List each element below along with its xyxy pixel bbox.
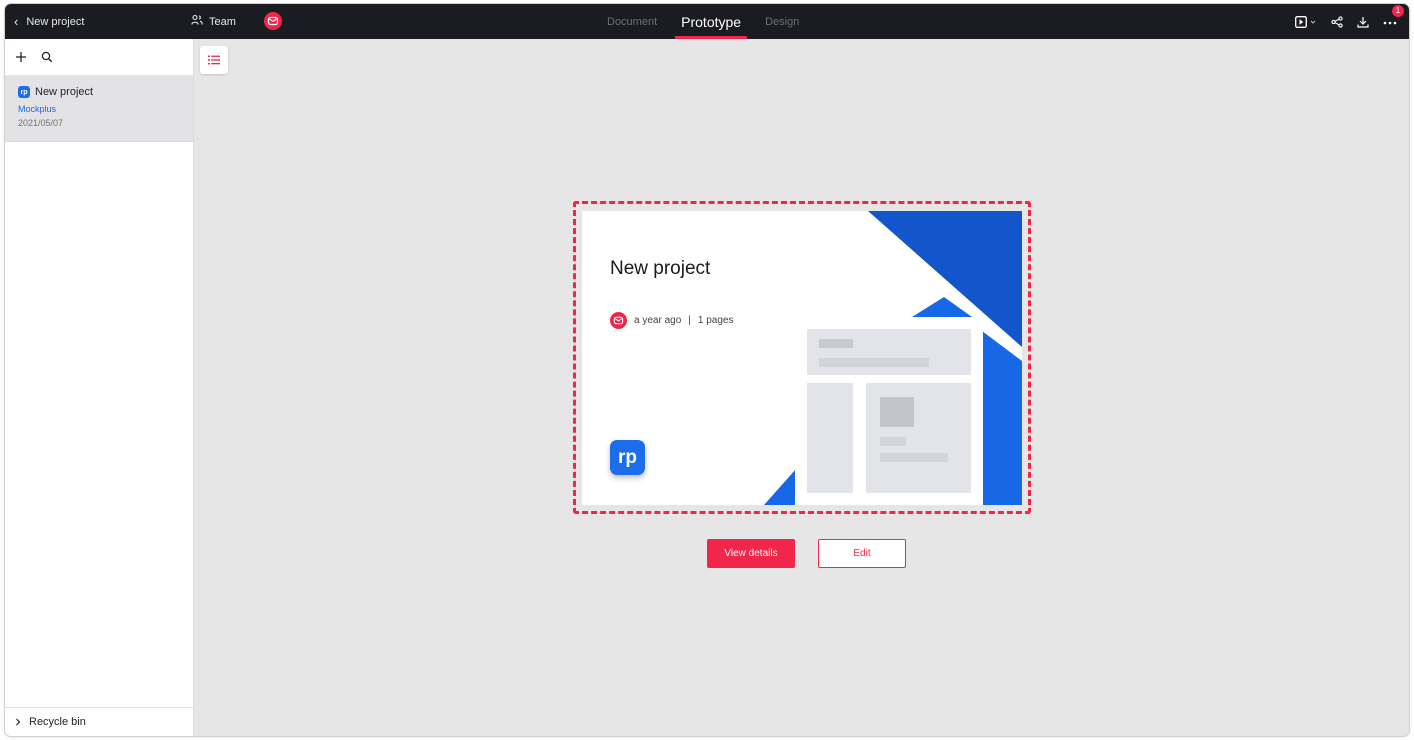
search-button[interactable] <box>41 51 53 63</box>
team-label: Team <box>209 15 236 28</box>
edit-button[interactable]: Edit <box>818 539 906 568</box>
list-icon <box>208 55 220 65</box>
tab-design[interactable]: Design <box>753 4 811 39</box>
team-button[interactable]: Team <box>191 4 236 39</box>
play-icon <box>1295 15 1316 28</box>
user-avatar[interactable] <box>264 12 282 30</box>
back-button[interactable]: ‹ New project <box>14 4 84 39</box>
tab-document[interactable]: Document <box>595 4 669 39</box>
meta-separator: | <box>688 315 691 326</box>
recycle-bin-button[interactable]: Recycle bin <box>5 707 193 736</box>
card-meta: a year ago | 1 pages <box>610 312 733 329</box>
tab-prototype[interactable]: Prototype <box>669 4 753 39</box>
app-window: ‹ New project Team Document Prototype De <box>5 4 1409 736</box>
team-icon <box>191 13 203 31</box>
top-right-actions: 1 <box>1295 4 1404 39</box>
owner-avatar <box>610 312 627 329</box>
list-view-toggle[interactable] <box>200 46 228 74</box>
project-list-item[interactable]: rp New project Mockplus 2021/05/07 <box>5 76 193 142</box>
share-icon <box>1331 15 1343 28</box>
sidebar: rp New project Mockplus 2021/05/07 Recyc… <box>5 39 194 736</box>
rp-logo-icon: rp <box>610 440 645 475</box>
main-area: New project a year ago | 1 pages rp View… <box>194 39 1409 736</box>
mascot-icon <box>613 316 624 325</box>
back-label: New project <box>26 15 85 28</box>
project-team[interactable]: Mockplus <box>18 104 180 114</box>
more-icon <box>1383 21 1397 24</box>
view-details-button[interactable]: View details <box>707 539 795 568</box>
project-card[interactable]: New project a year ago | 1 pages rp <box>582 211 1022 505</box>
add-project-button[interactable] <box>15 51 27 63</box>
chevron-left-icon: ‹ <box>14 14 19 29</box>
search-icon <box>41 51 53 63</box>
preview-button[interactable] <box>1295 15 1317 28</box>
card-actions: View details Edit <box>707 539 906 568</box>
project-date: 2021/05/07 <box>18 118 64 128</box>
updated-time: a year ago <box>634 315 682 326</box>
more-button[interactable]: 1 <box>1383 4 1404 28</box>
chevron-right-icon <box>16 718 21 726</box>
notification-badge: 1 <box>1392 4 1404 17</box>
share-button[interactable] <box>1331 15 1343 28</box>
download-button[interactable] <box>1357 16 1369 28</box>
plus-icon <box>16 52 26 62</box>
page-count: 1 pages <box>697 315 734 326</box>
rp-badge-icon: rp <box>18 86 30 98</box>
recycle-bin-label: Recycle bin <box>29 716 86 728</box>
download-icon <box>1357 16 1369 28</box>
sidebar-toolbar <box>5 39 193 76</box>
mascot-icon <box>267 16 279 26</box>
mode-tabs: Document Prototype Design <box>595 4 811 39</box>
top-bar: ‹ New project Team Document Prototype De <box>5 4 1409 39</box>
project-name: New project <box>35 86 94 98</box>
card-title: New project <box>610 258 711 279</box>
card-illustration <box>764 211 1022 505</box>
